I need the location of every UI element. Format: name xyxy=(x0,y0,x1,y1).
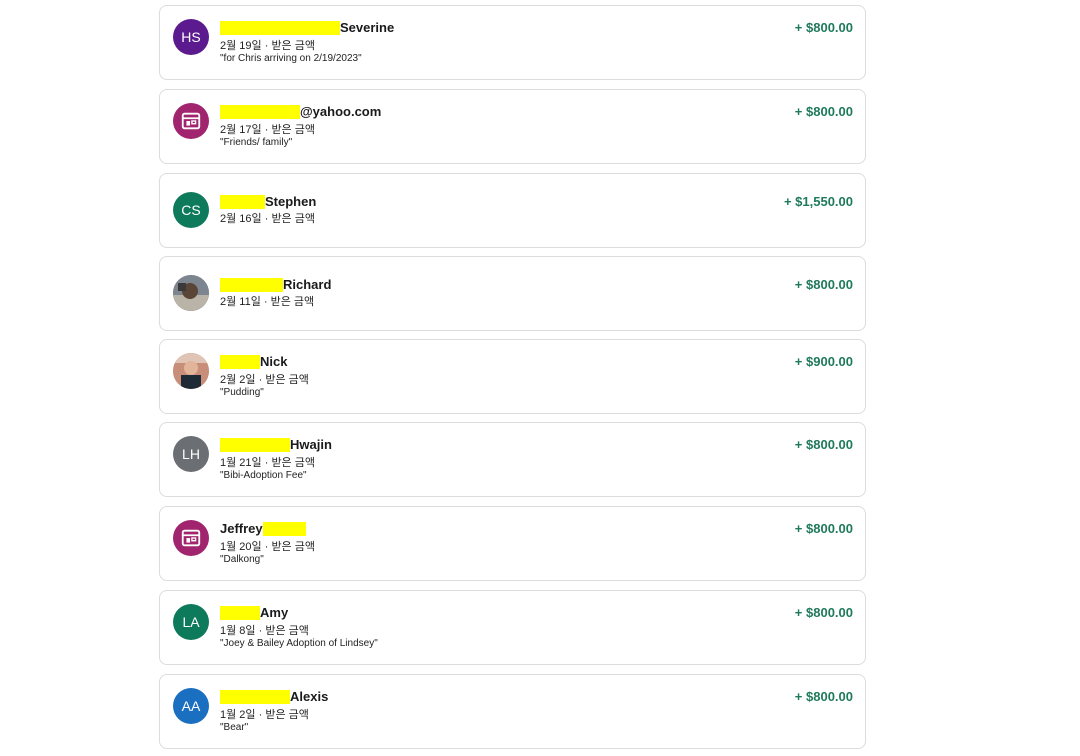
transaction-type: 받은 금액 xyxy=(265,625,309,637)
transaction-note: "Bibi-Adoption Fee" xyxy=(220,470,307,481)
avatar xyxy=(173,353,209,389)
transaction-date: 2월 16일 xyxy=(220,213,262,225)
redaction-mark xyxy=(220,20,340,35)
sender-name: Amy xyxy=(220,605,288,620)
sender-name: Richard xyxy=(220,277,331,292)
transaction-date: 2월 11일 xyxy=(220,296,261,308)
transaction-amount: + $800.00 xyxy=(794,689,853,704)
transaction-date: 2월 2일 xyxy=(220,374,256,386)
sender-name-text: Amy xyxy=(260,605,289,620)
sender-name: Nick xyxy=(220,354,287,369)
transaction-type: 받은 금액 xyxy=(271,213,315,225)
avatar xyxy=(173,103,209,139)
transaction-meta: 1월 2일 · 받은 금액 xyxy=(220,709,309,721)
transaction-meta: 1월 20일 · 받은 금액 xyxy=(220,541,315,553)
sender-name: @yahoo.com xyxy=(220,104,381,119)
store-icon xyxy=(181,112,201,130)
transaction-card[interactable]: Richard 2월 11일 · 받은 금액 + $800.00 xyxy=(159,256,866,331)
transaction-type: 받은 금액 xyxy=(265,709,309,721)
transaction-note: "for Chris arriving on 2/19/2023" xyxy=(220,53,362,64)
transaction-amount: + $800.00 xyxy=(794,277,853,292)
redaction-mark xyxy=(220,437,290,452)
redaction-mark xyxy=(220,354,260,369)
transaction-meta: 1월 8일 · 받은 금액 xyxy=(220,625,309,637)
sender-name-text: Jeffrey xyxy=(220,521,263,536)
transaction-note: "Friends/ family" xyxy=(220,137,293,148)
sender-name: Jeffrey xyxy=(220,521,306,536)
avatar: AA xyxy=(173,688,209,724)
sender-name-text: Richard xyxy=(283,277,332,292)
sender-name: Hwajin xyxy=(220,437,332,452)
redaction-mark xyxy=(220,605,260,620)
sender-name-text: @yahoo.com xyxy=(300,104,382,119)
redaction-mark xyxy=(220,689,290,704)
transaction-note: "Pudding" xyxy=(220,387,264,398)
profile-photo xyxy=(173,275,209,311)
transaction-meta: 2월 11일 · 받은 금액 xyxy=(220,296,315,308)
transaction-card[interactable]: CS Stephen 2월 16일 · 받은 금액 + $1,550.00 xyxy=(159,173,866,248)
transaction-amount: + $800.00 xyxy=(794,437,853,452)
transaction-amount: + $900.00 xyxy=(794,354,853,369)
transaction-type: 받은 금액 xyxy=(271,457,315,469)
transaction-meta: 2월 2일 · 받은 금액 xyxy=(220,374,309,386)
transaction-meta: 2월 16일 · 받은 금액 xyxy=(220,213,315,225)
avatar xyxy=(173,520,209,556)
avatar: LA xyxy=(173,604,209,640)
avatar: HS xyxy=(173,19,209,55)
transaction-amount: + $800.00 xyxy=(794,605,853,620)
transaction-date: 2월 19일 xyxy=(220,40,262,52)
transaction-date: 1월 2일 xyxy=(220,709,256,721)
transaction-amount: + $1,550.00 xyxy=(783,194,853,209)
sender-name-text: Severine xyxy=(340,20,395,35)
transaction-card[interactable]: @yahoo.com 2월 17일 · 받은 금액 "Friends/ fami… xyxy=(159,89,866,164)
transaction-type: 받은 금액 xyxy=(271,124,315,136)
transaction-card[interactable]: AA Alexis 1월 2일 · 받은 금액 "Bear" + $800.00 xyxy=(159,674,866,749)
transaction-meta: 1월 21일 · 받은 금액 xyxy=(220,457,315,469)
transaction-date: 1월 8일 xyxy=(220,625,256,637)
transaction-type: 받은 금액 xyxy=(271,541,315,553)
transaction-date: 1월 21일 xyxy=(220,457,262,469)
transaction-amount: + $800.00 xyxy=(794,521,853,536)
redaction-mark xyxy=(220,277,283,292)
sender-name-text: Nick xyxy=(260,354,288,369)
transaction-card[interactable]: Nick 2월 2일 · 받은 금액 "Pudding" + $900.00 xyxy=(159,339,866,414)
avatar xyxy=(173,275,209,311)
transaction-type: 받은 금액 xyxy=(271,40,315,52)
sender-name: Severine xyxy=(220,20,394,35)
sender-name-text: Alexis xyxy=(290,689,329,704)
transaction-note: "Bear" xyxy=(220,722,249,733)
transaction-card[interactable]: LH Hwajin 1월 21일 · 받은 금액 "Bibi-Adoption … xyxy=(159,422,866,497)
redaction-mark xyxy=(220,194,265,209)
redaction-mark xyxy=(220,104,300,119)
transaction-date: 2월 17일 xyxy=(220,124,262,136)
sender-name: Alexis xyxy=(220,689,328,704)
store-icon xyxy=(181,529,201,547)
transaction-meta: 2월 19일 · 받은 금액 xyxy=(220,40,315,52)
transaction-meta: 2월 17일 · 받은 금액 xyxy=(220,124,315,136)
sender-name: Stephen xyxy=(220,194,316,209)
sender-name-text: Stephen xyxy=(265,194,317,209)
avatar: CS xyxy=(173,192,209,228)
transaction-amount: + $800.00 xyxy=(794,20,853,35)
profile-photo xyxy=(173,353,209,389)
transaction-note: "Joey & Bailey Adoption of Lindsey" xyxy=(220,638,378,649)
transaction-type: 받은 금액 xyxy=(265,374,309,386)
transaction-date: 1월 20일 xyxy=(220,541,262,553)
redaction-mark xyxy=(262,521,306,536)
transaction-card[interactable]: LA Amy 1월 8일 · 받은 금액 "Joey & Bailey Adop… xyxy=(159,590,866,665)
transaction-amount: + $800.00 xyxy=(794,104,853,119)
avatar: LH xyxy=(173,436,209,472)
transaction-card[interactable]: Jeffrey 1월 20일 · 받은 금액 "Dalkong" + $800.… xyxy=(159,506,866,581)
sender-name-text: Hwajin xyxy=(290,437,332,452)
transaction-card[interactable]: HS Severine 2월 19일 · 받은 금액 "for Chris ar… xyxy=(159,5,866,80)
transaction-note: "Dalkong" xyxy=(220,554,264,565)
transaction-type: 받은 금액 xyxy=(270,296,315,308)
